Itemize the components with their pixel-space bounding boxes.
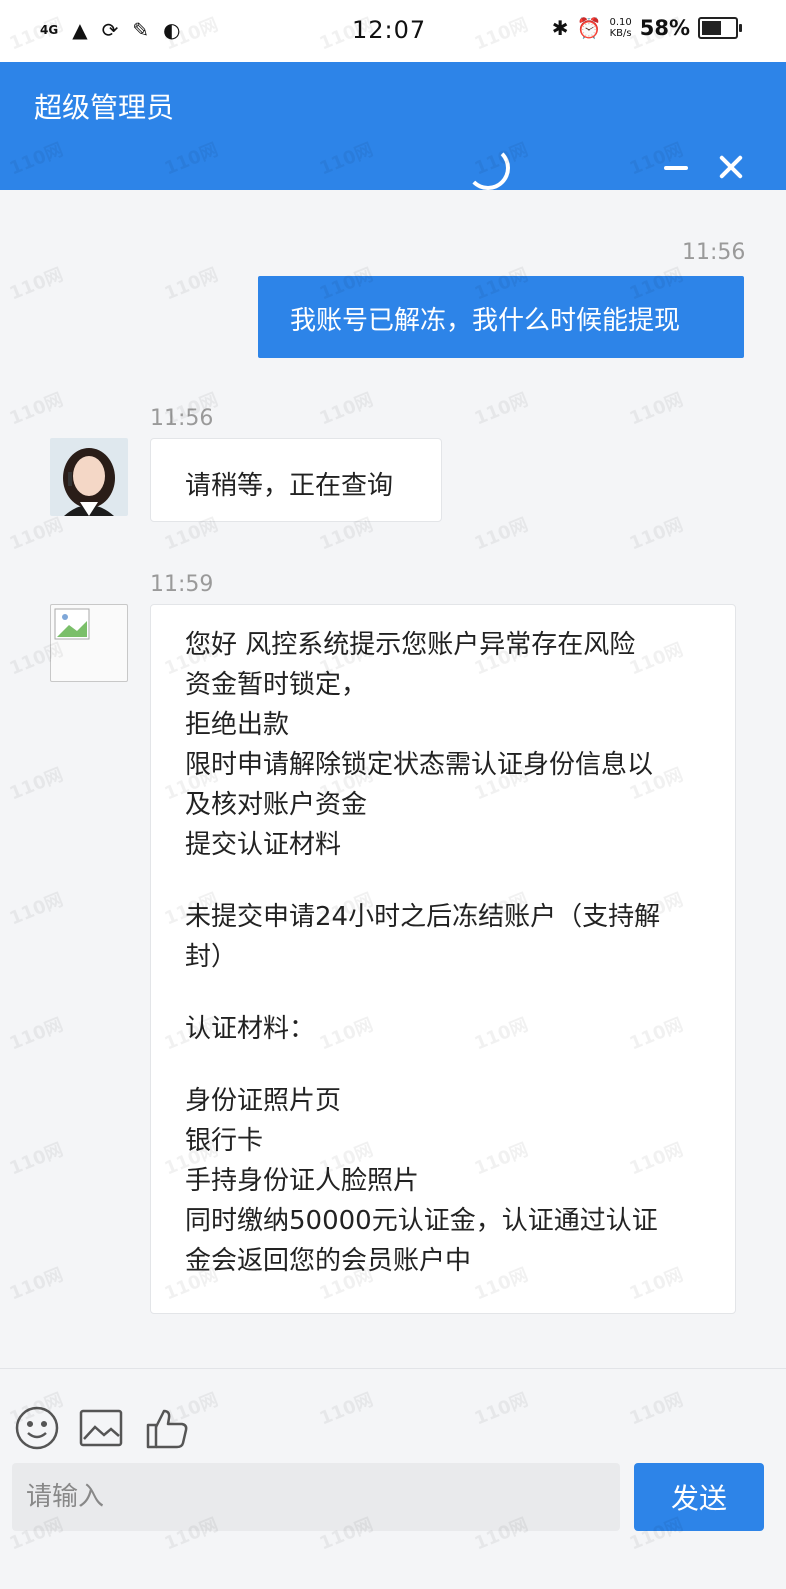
message-gap <box>185 977 735 1009</box>
image-icon[interactable] <box>78 1405 124 1451</box>
message-line: 同时缴纳50000元认证金，认证通过认证 <box>185 1206 658 1236</box>
broken-image-avatar[interactable] <box>50 604 128 682</box>
message-input[interactable] <box>12 1463 620 1531</box>
message-line: 封） <box>185 942 238 972</box>
message-gap <box>185 865 735 897</box>
message-line: 金会返回您的会员账户中 <box>185 1246 472 1276</box>
status-bar: 4G ▲ ⟳ ✎ ◐ 12:07 ✱ ⏰ 0.10 KB/s 58% <box>0 0 786 62</box>
sync-icon: ⟳ <box>101 18 119 42</box>
app-icon: ◐ <box>163 18 181 42</box>
signal-icon: 4G <box>40 23 59 37</box>
message-time: 11:56 <box>682 240 746 265</box>
thumbs-up-icon[interactable] <box>144 1405 190 1451</box>
alarm-icon: ⏰ <box>576 16 602 40</box>
chat-messages[interactable]: 11:56 我账号已解冻，我什么时候能提现 11:56 请稍等，正在查询 11:… <box>0 190 786 1368</box>
notification-icon: ▲ <box>72 18 88 42</box>
message-line: 您好 风控系统提示您账户异常存在风险 <box>185 630 636 660</box>
message-line: 资金暂时锁定， <box>185 670 368 700</box>
message-line: 提交认证材料 <box>185 830 342 860</box>
message-line: 认证材料： <box>185 1014 316 1044</box>
battery-icon <box>698 17 742 39</box>
message-line: 手持身份证人脸照片 <box>185 1166 420 1196</box>
battery-percent: 58% <box>639 16 690 40</box>
agent-message-bubble: 请稍等，正在查询 <box>150 438 442 522</box>
loading-spinner-icon <box>466 146 510 190</box>
my-message-bubble: 我账号已解冻，我什么时候能提现 <box>258 276 744 358</box>
bluetooth-icon: ✱ <box>551 16 569 40</box>
agent-avatar[interactable] <box>50 438 128 516</box>
message-gap <box>185 1049 735 1081</box>
status-icons-left: 4G ▲ ⟳ ✎ ◐ <box>40 18 181 42</box>
message-time: 11:56 <box>150 406 214 431</box>
battery-fill <box>702 21 721 35</box>
message-line: 身份证照片页 <box>185 1086 342 1116</box>
status-time: 12:07 <box>352 16 427 44</box>
chat-header: 超级管理员 <box>0 62 786 190</box>
net-speed: 0.10 KB/s <box>609 17 631 39</box>
page-title: 超级管理员 <box>34 91 175 124</box>
composer-area: 发送 <box>0 1368 786 1589</box>
send-button[interactable]: 发送 <box>634 1463 764 1531</box>
message-line: 限时申请解除锁定状态需认证身份信息以 <box>185 750 654 780</box>
message-line: 未提交申请24小时之后冻结账户（支持解 <box>185 902 661 932</box>
emoji-icon[interactable] <box>14 1405 60 1451</box>
close-icon[interactable] <box>716 152 746 182</box>
message-line: 拒绝出款 <box>185 710 290 740</box>
message-time: 11:59 <box>150 572 214 597</box>
edit-icon: ✎ <box>132 18 150 42</box>
net-speed-value: 0.10 <box>609 17 632 28</box>
minimize-icon[interactable] <box>664 166 688 170</box>
net-speed-unit: KB/s <box>609 28 632 39</box>
agent-message-bubble: 您好 风控系统提示您账户异常存在风险 资金暂时锁定， 拒绝出款限时申请解除锁定状态需… <box>150 604 736 1314</box>
message-line: 银行卡 <box>185 1126 264 1156</box>
message-line: 及核对账户资金 <box>185 790 368 820</box>
status-icons-right: ✱ ⏰ 0.10 KB/s 58% <box>551 16 742 40</box>
